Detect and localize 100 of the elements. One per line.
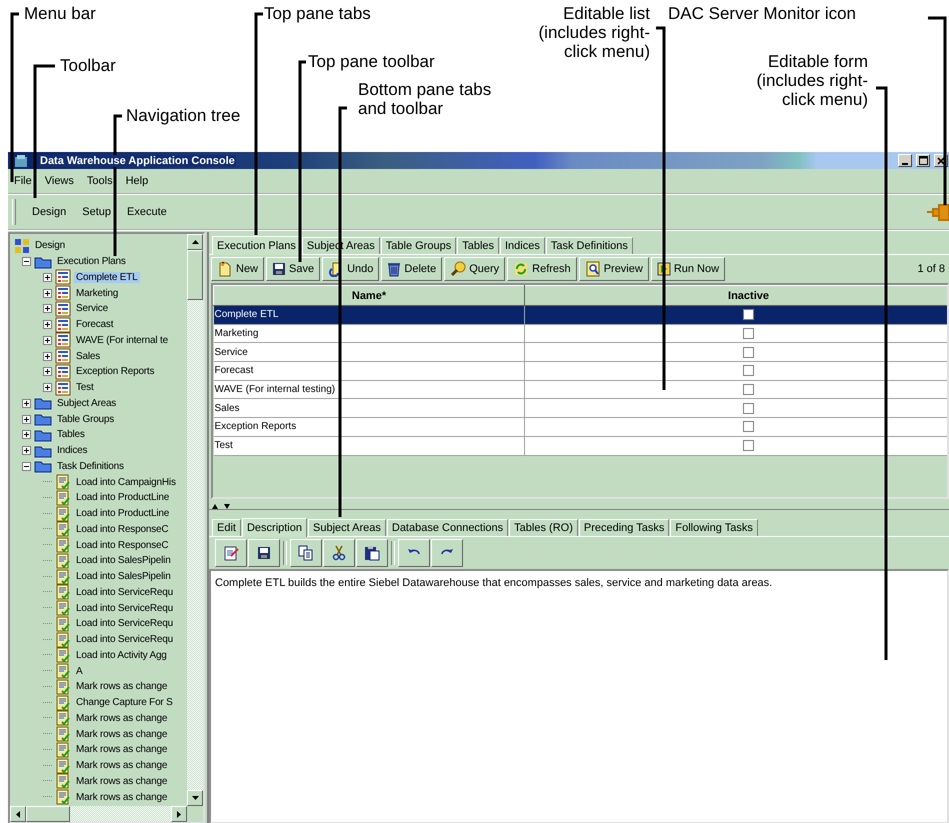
tree-item[interactable]: Load into CampaignHis (74, 476, 178, 488)
menu-item[interactable]: Help (126, 174, 148, 188)
plug-icon[interactable] (927, 202, 949, 222)
redo-button[interactable] (431, 539, 463, 567)
tab[interactable]: Description (242, 518, 307, 537)
expand-toggle[interactable] (22, 446, 31, 456)
tree-item[interactable]: Load into SalesPipelin (74, 555, 173, 566)
tree-item[interactable]: Mark rows as change (74, 712, 170, 724)
scroll-left-button[interactable] (10, 806, 26, 822)
expand-toggle[interactable] (22, 398, 31, 408)
maximize-button[interactable] (916, 154, 930, 167)
expand-toggle[interactable] (43, 320, 52, 330)
tab[interactable]: Indices (500, 237, 545, 254)
tree-item[interactable]: Mark rows as change (74, 776, 170, 787)
tree-item[interactable]: Subject Areas (55, 398, 118, 409)
tree-item[interactable]: Load into ServiceRequ (74, 586, 175, 598)
tree-item[interactable]: Mark rows as change (74, 792, 170, 803)
checkbox[interactable] (743, 384, 754, 396)
tree-item[interactable]: Load into ResponseC (74, 540, 170, 551)
expand-toggle[interactable] (43, 304, 52, 314)
paste-button[interactable] (356, 539, 388, 567)
tab[interactable]: Table Groups (380, 237, 456, 254)
scroll-up-button[interactable] (187, 234, 203, 250)
description-text[interactable]: Complete ETL builds the entire Siebel Datawarehouse that encompasses sales, service and marketing data areas. (209, 569, 949, 823)
tab[interactable]: Following Tasks (670, 519, 758, 536)
menu-item[interactable]: Tools (86, 174, 113, 188)
minimize-button[interactable] (898, 154, 912, 167)
tree-item[interactable]: A (74, 666, 84, 677)
expand-toggle[interactable] (43, 367, 52, 376)
checkbox[interactable] (743, 421, 754, 432)
horizontal-scrollbar[interactable] (10, 806, 187, 822)
toolbar-item[interactable]: Setup (82, 206, 111, 218)
checkbox[interactable] (743, 346, 754, 358)
toolbar-button[interactable]: Preview (578, 257, 649, 281)
expand-toggle[interactable] (43, 352, 52, 361)
save-button[interactable] (248, 539, 280, 567)
toolbar-button[interactable]: Save (266, 257, 320, 281)
toolbar-button[interactable]: New (211, 257, 264, 281)
tree-item[interactable]: Mark rows as change (74, 728, 170, 740)
tree-item[interactable]: WAVE (For internal te (74, 334, 170, 346)
toolbar-item[interactable]: Design (32, 206, 66, 218)
tree-item[interactable]: Load into ProductLine (74, 508, 172, 520)
toolbar-button[interactable]: Query (444, 257, 506, 281)
tree-item[interactable]: Design (33, 240, 67, 252)
tree-item[interactable]: Execution Plans (55, 256, 128, 268)
copy-button[interactable] (290, 539, 322, 567)
tab[interactable]: Execution Plans (212, 236, 301, 255)
tab[interactable]: Edit (212, 519, 241, 536)
toolbar-button[interactable]: Undo (322, 257, 380, 281)
checkbox[interactable] (743, 365, 754, 376)
edit-button[interactable] (215, 539, 247, 567)
checkbox[interactable] (743, 402, 754, 414)
tree-item[interactable]: Load into ServiceRequ (74, 618, 175, 630)
tree-item[interactable]: Load into ProductLine (74, 492, 172, 504)
tree-item[interactable]: Load into ResponseC (74, 524, 170, 535)
tree-item[interactable]: Load into Activity Agg (74, 650, 169, 661)
tree-item[interactable]: Mark rows as change (74, 744, 170, 756)
tree-item[interactable]: Task Definitions (55, 460, 126, 472)
toolbar-item[interactable]: Execute (127, 206, 167, 218)
expand-toggle[interactable] (22, 414, 31, 424)
collapse-toggle[interactable] (22, 257, 31, 266)
tab[interactable]: Preceding Tasks (578, 519, 670, 536)
undo-button[interactable] (398, 539, 430, 567)
tree-item[interactable]: Marketing (74, 288, 120, 299)
tree-item[interactable]: Change Capture For S (74, 697, 175, 708)
checkbox[interactable] (743, 309, 754, 320)
scroll-right-button[interactable] (171, 806, 187, 822)
tree-item[interactable]: Mark rows as change (74, 681, 170, 692)
toolbar-button[interactable]: Run Now (650, 257, 726, 281)
tree-item[interactable]: Service (74, 303, 110, 314)
tree-item[interactable]: Table Groups (55, 414, 116, 425)
checkbox[interactable] (743, 440, 754, 452)
menu-item[interactable]: Views (44, 174, 74, 188)
splitter-arrows-icon[interactable] (211, 504, 231, 509)
expand-toggle[interactable] (43, 272, 52, 282)
vertical-scrollbar[interactable] (187, 234, 203, 806)
scroll-down-button[interactable] (187, 790, 203, 806)
toolbar-button[interactable]: Refresh (507, 257, 577, 281)
tree-item[interactable]: Mark rows as change (74, 760, 170, 772)
toolbar-button[interactable]: Delete (381, 257, 442, 281)
tree-item[interactable]: Forecast (74, 319, 116, 330)
tree-item[interactable]: Load into ServiceRequ (74, 602, 175, 614)
expand-toggle[interactable] (43, 336, 52, 345)
tree-item[interactable]: Load into ServiceRequ (74, 634, 175, 646)
tab[interactable]: Subject Areas (308, 519, 386, 536)
scrollbar-thumb[interactable] (187, 250, 203, 300)
tree-item[interactable]: Tables (55, 429, 87, 440)
tab[interactable]: Tables (RO) (509, 519, 578, 536)
tab[interactable]: Database Connections (386, 519, 508, 536)
checkbox[interactable] (743, 328, 754, 339)
menu-item[interactable]: File (14, 174, 32, 188)
collapse-toggle[interactable] (22, 462, 31, 471)
tab[interactable]: Task Definitions (546, 237, 633, 254)
tree-item[interactable]: Complete ETL (74, 272, 140, 283)
tree-item[interactable]: Exception Reports (74, 366, 156, 378)
column-header[interactable]: Name* (214, 286, 524, 306)
column-header[interactable]: Inactive (524, 286, 947, 306)
cut-button[interactable] (323, 539, 355, 567)
expand-toggle[interactable] (22, 430, 31, 440)
tree-item[interactable]: Load into SalesPipelin (74, 571, 173, 582)
